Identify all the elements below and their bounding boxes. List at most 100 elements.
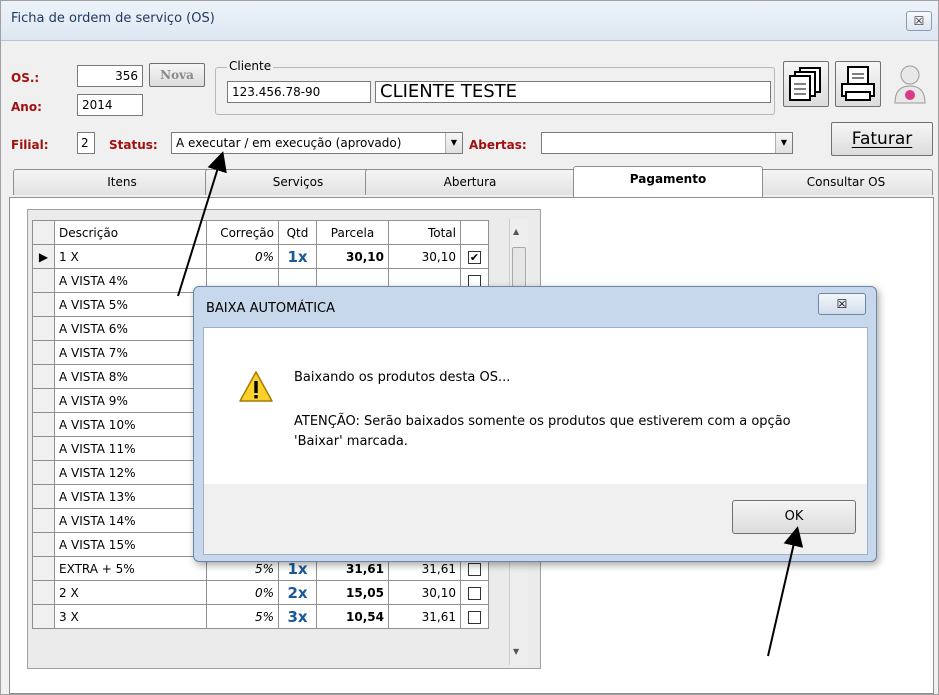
documents-stack-icon[interactable]: [783, 61, 829, 107]
row-indicator[interactable]: [32, 556, 55, 581]
column-header-descricao[interactable]: Descrição: [54, 220, 207, 245]
cell-total[interactable]: 31,61: [388, 604, 461, 629]
table-row[interactable]: ▶ 1 X 0% 1x 30,10 30,10 ✔: [32, 244, 489, 269]
cell-descricao[interactable]: A VISTA 8%: [54, 364, 207, 389]
abertas-label: Abertas:: [469, 138, 527, 152]
cell-descricao[interactable]: 2 X: [54, 580, 207, 605]
user-avatar-icon[interactable]: [887, 61, 933, 107]
cell-qtd[interactable]: 2x: [278, 580, 317, 605]
cell-descricao[interactable]: A VISTA 10%: [54, 412, 207, 437]
cell-total[interactable]: 30,10: [388, 244, 461, 269]
window-close-button[interactable]: ☒: [906, 11, 932, 31]
status-label: Status:: [109, 138, 158, 152]
tab-strip: Itens Serviços Abertura Pagamento Consul…: [9, 166, 934, 199]
row-indicator[interactable]: [32, 460, 55, 485]
baixa-automatica-dialog: BAIXA AUTOMÁTICA ☒ Baixando os produtos …: [193, 286, 877, 562]
row-indicator[interactable]: [32, 508, 55, 533]
cell-descricao[interactable]: A VISTA 5%: [54, 292, 207, 317]
row-indicator[interactable]: [32, 340, 55, 365]
title-bar: Ficha de ordem de serviço (OS) ☒: [1, 1, 938, 41]
ok-button[interactable]: OK: [732, 500, 856, 534]
cell-qtd[interactable]: 1x: [278, 244, 317, 269]
row-indicator[interactable]: [32, 268, 55, 293]
baixar-checkbox[interactable]: [468, 562, 481, 576]
cell-descricao[interactable]: 1 X: [54, 244, 207, 269]
row-indicator[interactable]: [32, 364, 55, 389]
tab-servicos[interactable]: Serviços: [205, 169, 391, 195]
table-row[interactable]: 2 X 0% 2x 15,05 30,10: [32, 580, 489, 605]
os-label: OS.:: [11, 71, 40, 85]
tab-consultar-os[interactable]: Consultar OS: [759, 169, 933, 195]
tab-pagamento[interactable]: Pagamento: [573, 166, 763, 197]
scroll-down-icon[interactable]: ▼: [513, 647, 519, 656]
dialog-message-area: Baixando os produtos desta OS... ATENÇÃO…: [204, 328, 867, 484]
column-header-total[interactable]: Total: [388, 220, 461, 245]
cell-descricao[interactable]: A VISTA 12%: [54, 460, 207, 485]
warning-icon: [239, 371, 273, 402]
scroll-up-icon[interactable]: ▲: [513, 227, 519, 236]
column-header-correcao[interactable]: Correção: [206, 220, 279, 245]
cell-parcela[interactable]: 15,05: [316, 580, 389, 605]
ano-label: Ano:: [11, 100, 42, 114]
faturar-label: Faturar: [851, 129, 913, 149]
column-header-baixar[interactable]: [460, 220, 489, 245]
printer-icon[interactable]: [835, 61, 881, 107]
row-indicator[interactable]: [32, 436, 55, 461]
cell-descricao[interactable]: A VISTA 14%: [54, 508, 207, 533]
row-indicator[interactable]: [32, 316, 55, 341]
baixar-checkbox[interactable]: [468, 586, 481, 600]
cell-qtd[interactable]: 3x: [278, 604, 317, 629]
cell-parcela[interactable]: 10,54: [316, 604, 389, 629]
cell-descricao[interactable]: EXTRA + 5%: [54, 556, 207, 581]
nova-button[interactable]: Nova: [149, 63, 205, 87]
tab-abertura[interactable]: Abertura: [365, 169, 575, 195]
baixar-checkbox[interactable]: [468, 610, 481, 624]
row-indicator[interactable]: [32, 292, 55, 317]
cell-descricao[interactable]: A VISTA 11%: [54, 436, 207, 461]
baixar-checkbox[interactable]: ✔: [468, 250, 481, 264]
abertas-select[interactable]: ▼: [541, 132, 793, 154]
ano-field[interactable]: 2014: [77, 94, 143, 116]
dialog-title: BAIXA AUTOMÁTICA: [206, 301, 336, 316]
row-indicator[interactable]: ▶: [32, 244, 55, 269]
cliente-caption: Cliente: [227, 59, 274, 73]
cell-baixar: [460, 604, 489, 629]
row-indicator[interactable]: [32, 412, 55, 437]
cliente-doc-field[interactable]: 123.456.78-90: [227, 81, 371, 103]
cell-descricao[interactable]: A VISTA 7%: [54, 340, 207, 365]
cell-descricao[interactable]: 3 X: [54, 604, 207, 629]
cell-descricao[interactable]: A VISTA 9%: [54, 388, 207, 413]
cell-correcao[interactable]: 5%: [206, 604, 279, 629]
column-header-qtd[interactable]: Qtd: [278, 220, 317, 245]
status-select[interactable]: A executar / em execução (aprovado) ▼: [171, 132, 463, 154]
row-indicator[interactable]: [32, 604, 55, 629]
status-value: A executar / em execução (aprovado): [176, 136, 402, 150]
dialog-close-button[interactable]: ☒: [818, 293, 866, 315]
cell-correcao[interactable]: 0%: [206, 244, 279, 269]
faturar-button[interactable]: Faturar: [831, 122, 933, 156]
dialog-message-line2: ATENÇÃO: Serão baixados somente os produ…: [294, 414, 791, 449]
cell-descricao[interactable]: A VISTA 15%: [54, 532, 207, 557]
cell-descricao[interactable]: A VISTA 6%: [54, 316, 207, 341]
table-header-row: Descrição Correção Qtd Parcela Total: [32, 220, 489, 245]
filial-field[interactable]: 2: [77, 132, 95, 154]
cell-baixar: [460, 580, 489, 605]
cliente-name-field[interactable]: CLIENTE TESTE: [375, 81, 771, 103]
cell-correcao[interactable]: 0%: [206, 580, 279, 605]
table-row[interactable]: 3 X 5% 3x 10,54 31,61: [32, 604, 489, 629]
column-header-parcela[interactable]: Parcela: [316, 220, 389, 245]
chevron-down-icon[interactable]: ▼: [445, 133, 462, 153]
cell-baixar: ✔: [460, 244, 489, 269]
cell-total[interactable]: 30,10: [388, 580, 461, 605]
cell-descricao[interactable]: A VISTA 13%: [54, 484, 207, 509]
row-indicator[interactable]: [32, 532, 55, 557]
tab-itens[interactable]: Itens: [13, 169, 231, 195]
row-indicator[interactable]: [32, 388, 55, 413]
os-number-field[interactable]: 356: [77, 65, 143, 87]
cell-descricao[interactable]: A VISTA 4%: [54, 268, 207, 293]
row-indicator[interactable]: [32, 580, 55, 605]
row-indicator[interactable]: [32, 484, 55, 509]
chevron-down-icon[interactable]: ▼: [775, 133, 792, 153]
dialog-message-line1: Baixando os produtos desta OS...: [294, 370, 511, 385]
cell-parcela[interactable]: 30,10: [316, 244, 389, 269]
